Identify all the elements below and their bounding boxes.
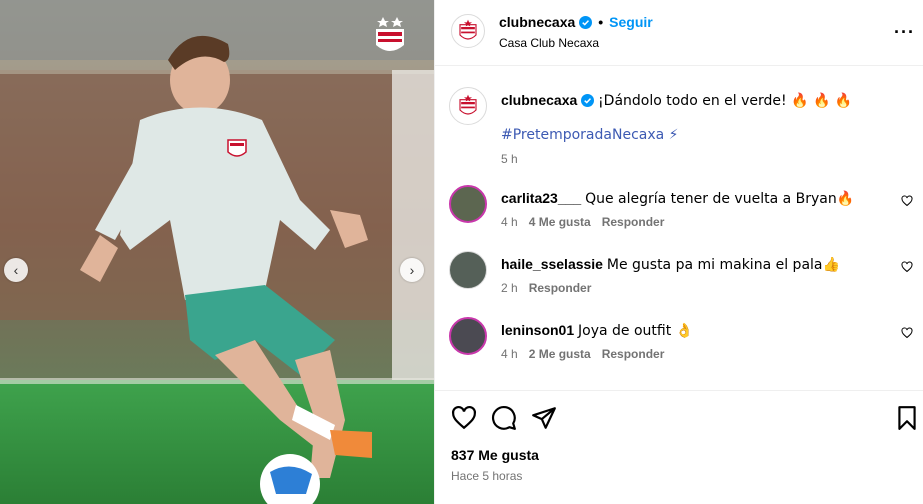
necaxa-crest-icon (459, 94, 477, 115)
comment-item: carlita23___ Que alegría tener de vuelta… (449, 185, 919, 241)
avatar[interactable] (449, 87, 487, 125)
reply-button[interactable]: Responder (602, 215, 665, 229)
caption-text: ¡Dándolo todo en el verde! 🔥 🔥 🔥 (598, 93, 853, 109)
post-media[interactable]: ‹ › (0, 0, 434, 504)
necaxa-crest-icon (459, 19, 477, 40)
comment-time[interactable]: 4 h (501, 215, 518, 229)
comment-item: leninson01 Joya de outfit 👌 4 h 2 Me gus… (449, 317, 919, 373)
save-bookmark-icon[interactable] (894, 405, 920, 431)
comment-item: haile_sselassie Me gusta pa mi makina el… (449, 251, 919, 307)
like-comment-heart-icon[interactable] (901, 195, 913, 207)
post-actions-bar: 837 Me gusta Hace 5 horas (435, 390, 923, 504)
like-heart-icon[interactable] (451, 405, 477, 431)
post-header: clubnecaxa • Seguir Casa Club Necaxa ··· (435, 0, 923, 66)
next-image-button[interactable]: › (400, 258, 424, 282)
chevron-left-icon: ‹ (13, 262, 19, 278)
hashtag-link[interactable]: #PretemporadaNecaxa ⚡ (501, 126, 911, 144)
comment-username[interactable]: leninson01 (501, 322, 574, 338)
verified-badge-icon (579, 15, 593, 29)
player-photo (0, 0, 434, 504)
post-time-ago: Hace 5 horas (451, 469, 523, 483)
caption-username[interactable]: clubnecaxa (501, 92, 577, 108)
like-comment-heart-icon[interactable] (901, 327, 913, 339)
location-link[interactable]: Casa Club Necaxa (499, 36, 599, 50)
comment-bubble-icon[interactable] (491, 405, 517, 431)
comment-likes[interactable]: 4 Me gusta (529, 215, 591, 229)
previous-image-button[interactable]: ‹ (4, 258, 28, 282)
follow-button[interactable]: Seguir (609, 14, 653, 30)
comment-text: Me gusta pa mi makina el pala👍 (606, 257, 840, 273)
avatar[interactable] (449, 185, 487, 223)
chevron-right-icon: › (409, 262, 415, 278)
header-user-row: clubnecaxa • Seguir (499, 14, 653, 30)
share-paper-plane-icon[interactable] (531, 405, 557, 431)
reply-button[interactable]: Responder (602, 347, 665, 361)
post-details-panel: clubnecaxa • Seguir Casa Club Necaxa ··· (434, 0, 923, 504)
like-comment-heart-icon[interactable] (901, 261, 913, 273)
comment-time[interactable]: 2 h (501, 281, 518, 295)
avatar[interactable] (449, 317, 487, 355)
reply-button[interactable]: Responder (529, 281, 592, 295)
comment-text: Joya de outfit 👌 (578, 323, 694, 339)
avatar[interactable] (451, 14, 485, 48)
more-options-icon[interactable]: ··· (894, 22, 915, 43)
comment-username[interactable]: carlita23___ (501, 190, 581, 206)
comment-username[interactable]: haile_sselassie (501, 256, 603, 272)
header-username[interactable]: clubnecaxa (499, 14, 575, 30)
necaxa-watermark-logo (376, 17, 404, 51)
separator-dot: • (598, 14, 604, 30)
comment-likes[interactable]: 2 Me gusta (529, 347, 591, 361)
verified-badge-icon (581, 94, 595, 107)
comments-section[interactable]: clubnecaxa ¡Dándolo todo en el verde! 🔥 … (435, 67, 923, 390)
avatar[interactable] (449, 251, 487, 289)
likes-count[interactable]: 837 Me gusta (451, 447, 539, 463)
caption-timestamp[interactable]: 5 h (501, 150, 911, 168)
comment-time[interactable]: 4 h (501, 347, 518, 361)
comment-text: Que alegría tener de vuelta a Bryan🔥 (585, 191, 855, 207)
